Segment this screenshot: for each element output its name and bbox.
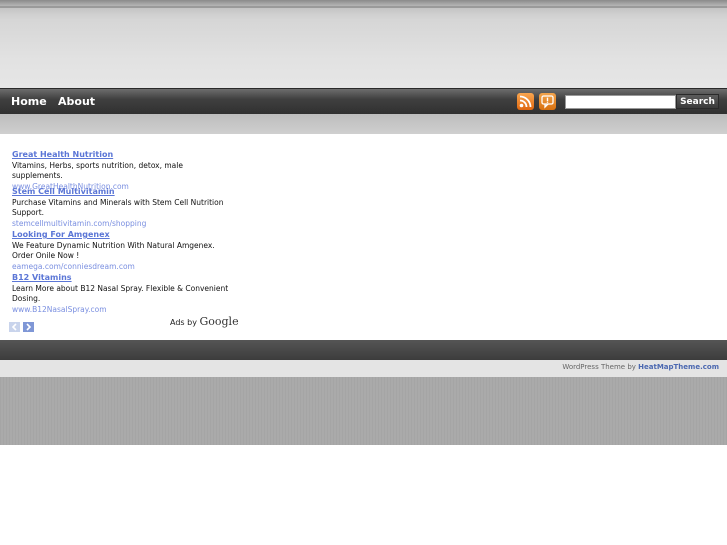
main-content: Great Health Nutrition Vitamins, Herbs, … <box>0 134 727 340</box>
nav-item-home[interactable]: Home <box>11 95 47 108</box>
ad-unit: Stem Cell Multivitamin Purchase Vitamins… <box>12 187 232 229</box>
ad-title-link[interactable]: Great Health Nutrition <box>12 150 232 161</box>
ads-by-google[interactable]: Ads by Google <box>170 315 239 328</box>
nav-bar: Home About Search <box>0 88 727 115</box>
ad-unit: Looking For Amgenex We Feature Dynamic N… <box>12 230 232 272</box>
ad-title-link[interactable]: Stem Cell Multivitamin <box>12 187 232 198</box>
comment-icon[interactable] <box>539 93 556 110</box>
ad-unit: B12 Vitamins Learn More about B12 Nasal … <box>12 273 232 315</box>
google-logo: Google <box>199 315 239 328</box>
ad-url-link[interactable]: www.B12NasalSpray.com <box>12 305 232 316</box>
credit-band: WordPress Theme by HeatMapTheme.com <box>0 360 727 377</box>
sub-nav-band <box>0 114 727 135</box>
credit-prefix: WordPress Theme by <box>562 363 636 371</box>
ad-description: Purchase Vitamins and Minerals with Stem… <box>12 197 224 218</box>
header-banner <box>0 0 727 88</box>
prev-arrow-icon[interactable] <box>9 317 20 332</box>
rss-icon[interactable] <box>517 93 534 110</box>
ad-description: Vitamins, Herbs, sports nutrition, detox… <box>12 160 183 181</box>
ads-by-label: Ads by <box>170 318 197 327</box>
search-input[interactable] <box>565 95 676 109</box>
ad-url-link[interactable]: stemcellmultivitamin.com/shopping <box>12 219 232 230</box>
ad-unit: Great Health Nutrition Vitamins, Herbs, … <box>12 150 232 192</box>
footer-band <box>0 377 727 445</box>
next-arrow-icon[interactable] <box>23 317 34 332</box>
ad-url-link[interactable]: eamega.com/conniesdream.com <box>12 262 232 273</box>
footer-bar <box>0 340 727 360</box>
ad-description: Learn More about B12 Nasal Spray. Flexib… <box>12 283 229 304</box>
theme-credit: WordPress Theme by HeatMapTheme.com <box>562 363 719 371</box>
ad-title-link[interactable]: Looking For Amgenex <box>12 230 232 241</box>
ad-description: We Feature Dynamic Nutrition With Natura… <box>12 240 215 261</box>
search-button[interactable]: Search <box>676 94 719 109</box>
header-highlight-line <box>0 6 727 8</box>
theme-credit-link[interactable]: HeatMapTheme.com <box>638 363 719 371</box>
ad-title-link[interactable]: B12 Vitamins <box>12 273 232 284</box>
nav-item-about[interactable]: About <box>58 95 95 108</box>
